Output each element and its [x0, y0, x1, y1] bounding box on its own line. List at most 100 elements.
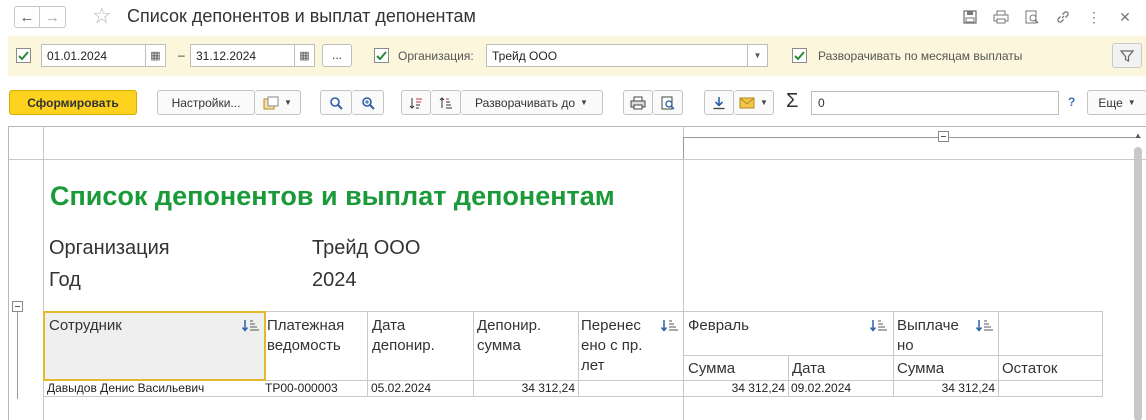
calendar-from-button[interactable]: ▦ [146, 44, 166, 67]
sort-icon[interactable] [869, 318, 889, 334]
organization-field[interactable]: Трейд ООО [486, 44, 748, 67]
collapse-column-group-icon[interactable] [938, 131, 949, 142]
save-to-file-button[interactable] [704, 90, 734, 115]
print-preview-icon [661, 96, 675, 110]
more-actions-label: Еще [1098, 95, 1123, 110]
column-divider [578, 311, 579, 397]
title-tools: ⋮ ✕ [959, 6, 1136, 28]
sort-icon[interactable] [660, 318, 680, 334]
column-divider [473, 311, 474, 397]
print-icon[interactable] [990, 6, 1012, 28]
cell-employee[interactable]: Давыдов Денис Васильевич [47, 381, 204, 395]
cell-deposit-sum[interactable]: 34 312,24 [475, 381, 575, 395]
settings-button[interactable]: Настройки... [157, 90, 255, 115]
checkmark-icon [376, 51, 387, 61]
calendar-to-button[interactable]: ▦ [295, 44, 315, 67]
header-payroll: Платежная ведомость [267, 317, 345, 354]
report-parameters: 01.01.2024 ▦ – 31.12.2024 ▦ ... Организа… [8, 36, 1146, 76]
header-transferred: Перенес ено с пр. лет [581, 317, 643, 374]
header-paid-sum: Сумма [897, 360, 945, 377]
calendar-icon: ▦ [299, 50, 310, 62]
header-employee: Сотрудник [49, 317, 122, 334]
send-email-button[interactable]: ▼ [734, 90, 774, 115]
expand-by-month-checkbox[interactable] [792, 48, 807, 63]
sort-descending-button[interactable] [431, 90, 461, 115]
cell-february-sum[interactable]: 34 312,24 [686, 381, 785, 395]
organization-value: Трейд ООО [312, 237, 421, 259]
expand-to-label: Разворачивать до [475, 95, 576, 110]
chevron-down-icon: ▼ [753, 51, 762, 60]
cell-paid-sum[interactable]: 34 312,24 [895, 381, 995, 395]
save-icon[interactable] [959, 6, 981, 28]
collapse-row-group-icon[interactable] [12, 301, 23, 312]
organization-checkbox[interactable] [374, 48, 389, 63]
row-bottom-border [43, 396, 1103, 397]
fixed-area-divider [683, 127, 684, 420]
sort-ascending-button[interactable] [401, 90, 431, 115]
header-february-sum: Сумма [688, 360, 736, 377]
header-remainder: Остаток [1002, 360, 1058, 377]
header-deposit-date: Дата депонир. [372, 317, 435, 354]
cell-payroll[interactable]: ТР00-000003 [265, 381, 338, 395]
search-icon [330, 96, 343, 110]
calendar-icon: ▦ [150, 50, 161, 62]
chevron-down-icon: ▼ [284, 98, 292, 107]
print-button[interactable] [623, 90, 653, 115]
help-button[interactable]: ? [1068, 95, 1075, 109]
more-vertical-icon[interactable]: ⋮ [1083, 6, 1105, 28]
cell-february-date[interactable]: 09.02.2024 [791, 381, 851, 395]
link-icon[interactable] [1052, 6, 1074, 28]
selected-sum-field[interactable]: 0 [811, 91, 1059, 115]
chevron-down-icon: ▼ [580, 98, 588, 107]
header-february-date: Дата [792, 360, 826, 377]
column-divider [788, 355, 789, 397]
date-to-field[interactable]: 31.12.2024 [190, 44, 295, 67]
row-group-line [17, 311, 18, 399]
favorite-star-icon[interactable]: ☆ [92, 3, 112, 29]
header-february: Февраль [688, 317, 749, 334]
window-title: Список депонентов и выплат депонентам [127, 6, 476, 26]
checkmark-icon [794, 51, 805, 61]
sort-descending-icon [439, 96, 452, 108]
preview-icon[interactable] [1021, 6, 1043, 28]
back-button[interactable]: ← [14, 6, 40, 28]
column-divider [1102, 311, 1103, 397]
period-checkbox[interactable] [16, 48, 31, 63]
sort-ascending-icon [409, 97, 422, 109]
filter-icon [1120, 49, 1134, 62]
close-icon[interactable]: ✕ [1114, 6, 1136, 28]
table-top-border [266, 311, 1103, 312]
sort-icon[interactable] [975, 318, 995, 334]
date-from-field[interactable]: 01.01.2024 [41, 44, 146, 67]
cell-deposit-date[interactable]: 05.02.2024 [371, 381, 431, 395]
report-toolbar: Сформировать Настройки... ▼ Разворачиват… [0, 88, 1146, 118]
scroll-up-arrow-icon[interactable]: ▲ [1134, 131, 1142, 140]
print-preview-button[interactable] [653, 90, 683, 115]
find-button[interactable] [320, 90, 352, 115]
period-separator: – [178, 48, 185, 62]
expand-by-month-label: Разворачивать по месяцам выплаты [818, 49, 1023, 63]
column-group-line [683, 137, 1141, 138]
more-actions-button[interactable]: Еще ▼ [1087, 90, 1146, 115]
vertical-scrollbar[interactable] [1134, 147, 1142, 420]
generate-button[interactable]: Сформировать [9, 90, 137, 115]
variant-dropdown-button[interactable]: ▼ [255, 90, 301, 115]
chevron-down-icon: ▼ [760, 98, 768, 107]
forward-button[interactable]: → [40, 6, 66, 28]
column-divider [998, 311, 999, 397]
chevron-down-icon: ▼ [1127, 98, 1136, 107]
header-deposit-sum: Депонир. сумма [477, 317, 542, 354]
filter-button[interactable] [1112, 43, 1142, 68]
organization-caption: Организация [49, 237, 170, 259]
sort-icon[interactable] [241, 318, 261, 334]
organization-label: Организация: [398, 49, 474, 63]
year-value: 2024 [312, 269, 357, 291]
report-document[interactable]: Список депонентов и выплат депонентам Ор… [8, 126, 1146, 420]
column-divider [367, 311, 368, 397]
print-icon [630, 96, 646, 109]
organization-dropdown-button[interactable]: ▼ [748, 44, 768, 67]
column-divider [893, 311, 894, 397]
expand-to-dropdown[interactable]: Разворачивать до ▼ [461, 90, 603, 115]
period-select-button[interactable]: ... [322, 44, 352, 67]
find-next-button[interactable] [352, 90, 384, 115]
